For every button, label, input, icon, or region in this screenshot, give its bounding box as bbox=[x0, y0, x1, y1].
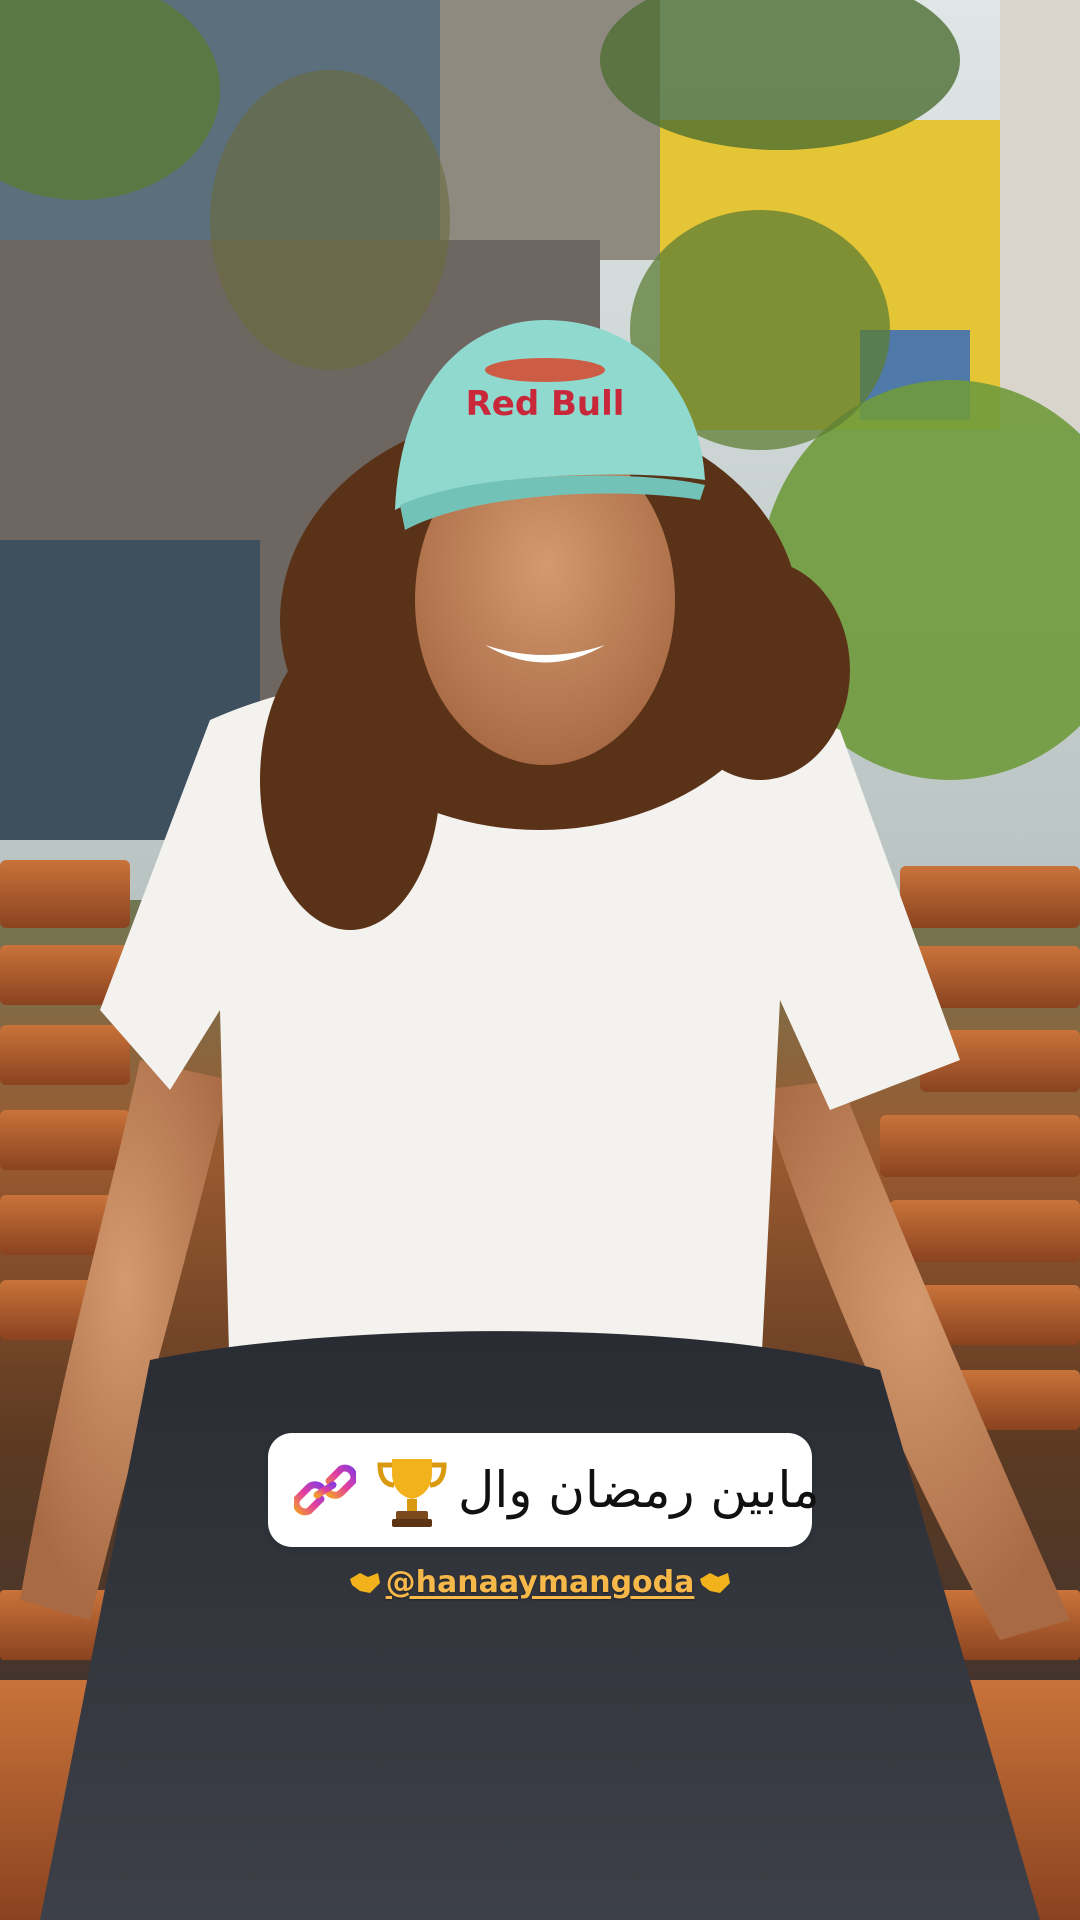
background-photo: Red Bull bbox=[0, 0, 1080, 1920]
cap-logo: Red Bull bbox=[466, 384, 625, 424]
handshake-icon bbox=[700, 1573, 731, 1593]
handshake-icon bbox=[349, 1573, 380, 1593]
mention-sticker[interactable]: @hanaaymangoda bbox=[0, 1560, 1080, 1604]
trophy-icon bbox=[377, 1459, 447, 1527]
link-sticker-label: مابين رمضان وال bbox=[458, 1461, 820, 1519]
link-sticker[interactable]: مابين رمضان وال bbox=[268, 1433, 820, 1547]
link-icon bbox=[294, 1464, 356, 1516]
story-view: Red Bull مابين رمضان وال @hanaaymangoda bbox=[0, 0, 1080, 1920]
mention-handle[interactable]: @hanaaymangoda bbox=[386, 1565, 695, 1600]
